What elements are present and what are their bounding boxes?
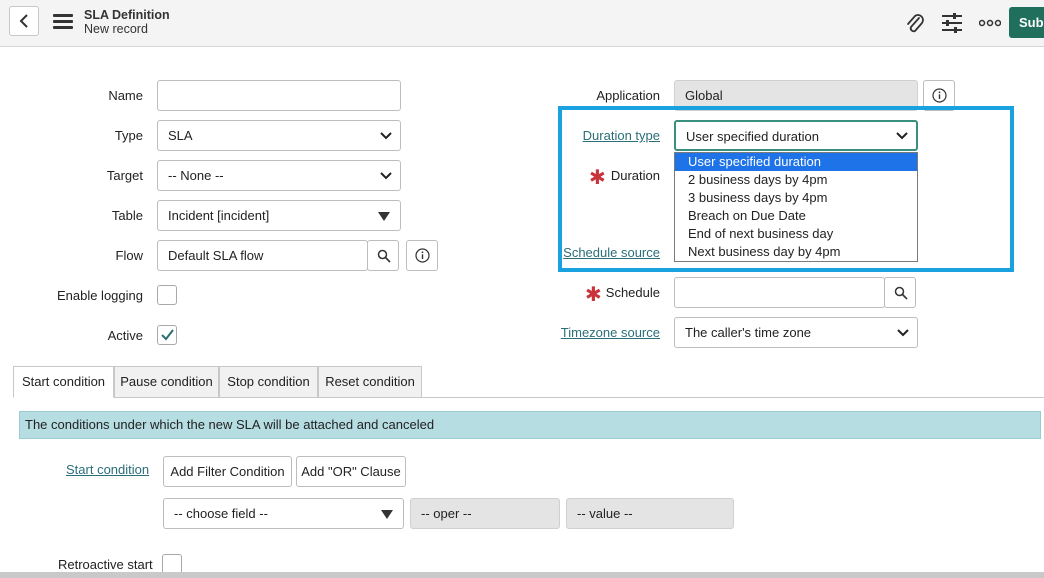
paperclip-icon[interactable] — [904, 12, 926, 34]
schedule-label: Schedule — [605, 285, 660, 300]
info-icon — [415, 248, 430, 263]
choose-field-value: -- choose field -- — [174, 506, 268, 521]
highlight-box — [558, 106, 1014, 272]
retroactive-start-label: Retroactive start — [58, 557, 153, 572]
bottom-toolbar — [0, 572, 1044, 578]
chevron-down-icon — [380, 132, 392, 140]
dropdown-triangle-icon — [381, 510, 393, 519]
menu-icon[interactable] — [53, 14, 73, 30]
timezone-source-value: The caller's time zone — [685, 325, 812, 340]
tab-reset-condition[interactable]: Reset condition — [318, 366, 422, 398]
add-filter-condition-button[interactable]: Add Filter Condition — [163, 456, 292, 487]
tab-start-condition[interactable]: Start condition — [13, 366, 114, 398]
value-field: -- value -- — [566, 498, 734, 529]
table-value: Incident [incident] — [168, 208, 270, 223]
schedule-lookup-button[interactable] — [884, 277, 916, 308]
flow-label: Flow — [115, 248, 143, 263]
info-bar: The conditions under which the new SLA w… — [19, 411, 1041, 439]
dropdown-triangle-icon — [378, 212, 390, 221]
info-icon — [932, 88, 947, 103]
form-header: SLA Definition New record Subm — [0, 0, 1044, 47]
tab-divider — [422, 397, 1044, 398]
active-label: Active — [107, 328, 143, 343]
retroactive-start-checkbox[interactable] — [162, 554, 182, 574]
start-condition-label[interactable]: Start condition — [66, 462, 149, 477]
type-label: Type — [114, 128, 143, 143]
back-button[interactable] — [9, 6, 39, 36]
tab-pause-condition[interactable]: Pause condition — [114, 366, 219, 398]
checkmark-icon — [161, 329, 174, 341]
chevron-down-icon — [897, 329, 909, 337]
chevron-down-icon — [380, 172, 392, 180]
search-icon — [894, 286, 908, 300]
type-select[interactable]: SLA — [157, 120, 401, 151]
page-title: SLA Definition — [84, 8, 170, 22]
search-icon — [377, 249, 391, 263]
name-input[interactable] — [157, 80, 401, 111]
choose-field-select[interactable]: -- choose field -- — [163, 498, 404, 529]
target-label: Target — [106, 168, 143, 183]
enable-logging-checkbox[interactable] — [157, 285, 177, 305]
type-value: SLA — [168, 128, 193, 143]
schedule-input[interactable] — [674, 277, 885, 308]
table-select[interactable]: Incident [incident] — [157, 200, 401, 231]
back-icon — [19, 14, 28, 28]
more-icon[interactable] — [979, 18, 1001, 28]
operator-select: -- oper -- — [410, 498, 560, 529]
add-or-clause-button[interactable]: Add "OR" Clause — [296, 456, 406, 487]
flow-info-button[interactable] — [406, 240, 438, 271]
table-label: Table — [111, 208, 143, 223]
tab-stop-condition[interactable]: Stop condition — [219, 366, 318, 398]
sliders-icon[interactable] — [941, 12, 963, 34]
flow-lookup-button[interactable] — [367, 240, 399, 271]
enable-logging-label: Enable logging — [56, 288, 143, 303]
target-select[interactable]: -- None -- — [157, 160, 401, 191]
timezone-source-label[interactable]: Timezone source — [561, 325, 660, 340]
name-label: Name — [108, 88, 143, 103]
application-label: Application — [596, 88, 660, 103]
target-value: -- None -- — [168, 168, 224, 183]
timezone-source-select[interactable]: The caller's time zone — [674, 317, 918, 348]
page-subtitle: New record — [84, 22, 148, 36]
submit-button[interactable]: Subm — [1009, 7, 1044, 38]
flow-input[interactable]: Default SLA flow — [157, 240, 368, 271]
required-marker: ✱ — [585, 284, 602, 306]
active-checkbox[interactable] — [157, 325, 177, 345]
